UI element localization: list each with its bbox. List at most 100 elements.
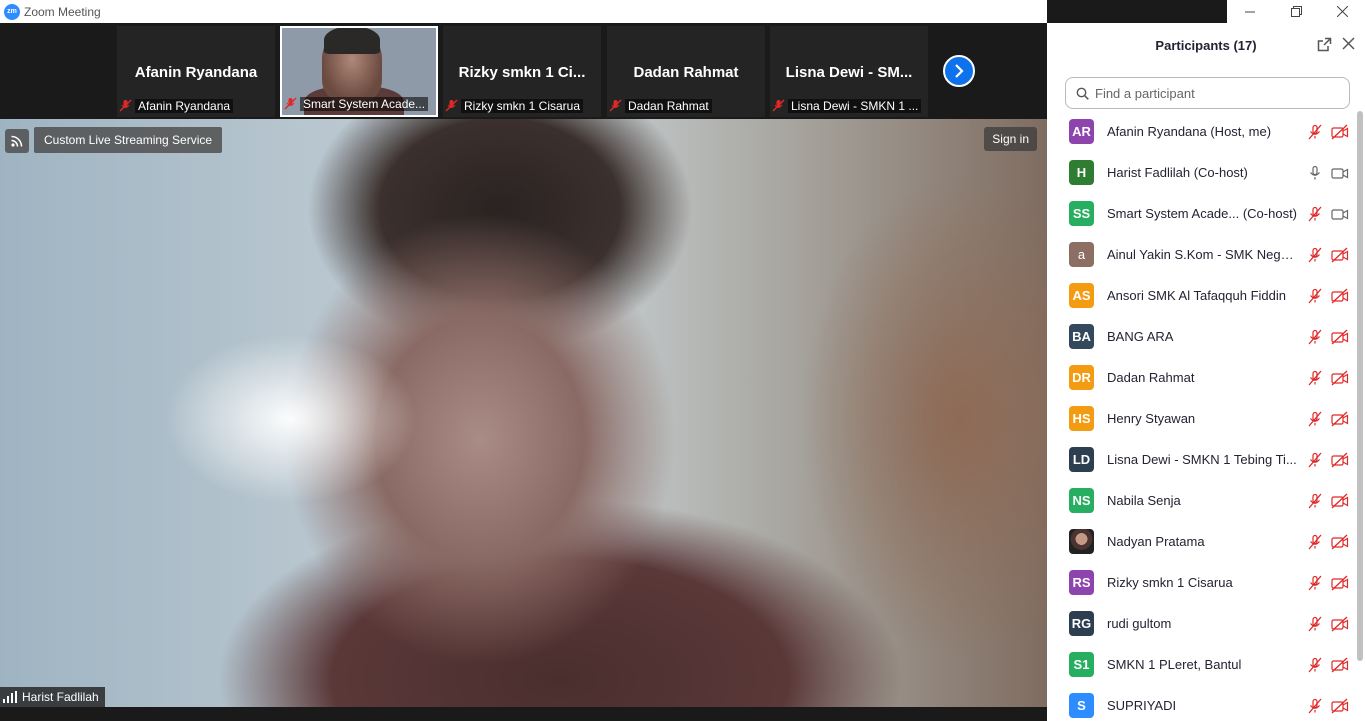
avatar: SS	[1069, 201, 1094, 226]
pop-out-icon[interactable]	[1317, 37, 1332, 52]
video-off-icon[interactable]	[1331, 616, 1349, 632]
avatar: DR	[1069, 365, 1094, 390]
thumbnail-name: Dadan Rahmat	[633, 64, 739, 81]
mic-muted-icon[interactable]	[1307, 575, 1323, 591]
participant-name: Ansori SMK Al Tafaqquh Fiddin	[1107, 288, 1286, 303]
video-on-icon[interactable]	[1331, 206, 1349, 222]
mic-muted-icon[interactable]	[1307, 657, 1323, 673]
participant-row[interactable]: AR Afanin Ryandana (Host, me)	[1047, 111, 1355, 152]
active-speaker-name: Harist Fadlilah	[22, 690, 99, 704]
participant-name: Dadan Rahmat	[1107, 370, 1195, 385]
participant-status-icons	[1307, 575, 1349, 591]
avatar: H	[1069, 160, 1094, 185]
thumbnail-tile[interactable]: Lisna Dewi - SM... Lisna Dewi - SMKN 1 .…	[770, 26, 928, 117]
mic-muted-icon[interactable]	[1307, 616, 1323, 632]
participant-row[interactable]: LD Lisna Dewi - SMKN 1 Tebing Ti...	[1047, 439, 1355, 480]
participant-row[interactable]: H Harist Fadlilah (Co-host)	[1047, 152, 1355, 193]
participant-status-icons	[1307, 411, 1349, 427]
avatar: a	[1069, 242, 1094, 267]
avatar: RS	[1069, 570, 1094, 595]
participant-list: AR Afanin Ryandana (Host, me) H Harist Fadl…	[1047, 111, 1355, 721]
avatar: AR	[1069, 119, 1094, 144]
participant-status-icons	[1307, 247, 1349, 263]
participant-name: SUPRIYADI	[1107, 698, 1177, 713]
mic-muted-icon[interactable]	[1307, 329, 1323, 345]
participant-name: SMKN 1 PLeret, Bantul	[1107, 657, 1242, 672]
close-window-button[interactable]	[1319, 0, 1365, 23]
mic-muted-icon[interactable]	[1307, 370, 1323, 386]
chevron-right-icon	[955, 64, 964, 78]
participant-name: Smart System Acade... (Co-host)	[1107, 206, 1297, 221]
video-off-icon[interactable]	[1331, 288, 1349, 304]
video-off-icon[interactable]	[1331, 575, 1349, 591]
mic-muted-icon[interactable]	[1307, 698, 1323, 714]
thumbnail-name: Lisna Dewi - SM...	[785, 64, 913, 81]
mic-muted-icon	[119, 99, 132, 112]
participant-row[interactable]: a Ainul Yakin S.Kom - SMK Nege...	[1047, 234, 1355, 275]
participant-row[interactable]: S1 SMKN 1 PLeret, Bantul	[1047, 644, 1355, 685]
participant-row[interactable]: RS Rizky smkn 1 Cisarua	[1047, 562, 1355, 603]
participant-row[interactable]: NS Nabila Senja	[1047, 480, 1355, 521]
sign-in-button[interactable]: Sign in	[984, 127, 1037, 151]
participant-name: Henry Styawan	[1107, 411, 1196, 426]
close-panel-icon[interactable]	[1342, 37, 1355, 50]
participant-row[interactable]: S SUPRIYADI	[1047, 685, 1355, 721]
avatar: S	[1069, 693, 1094, 718]
avatar	[1069, 529, 1094, 554]
participant-list-scrollbar[interactable]	[1357, 111, 1363, 661]
video-off-icon[interactable]	[1331, 247, 1349, 263]
signal-bars-icon	[3, 691, 17, 703]
participant-name: Harist Fadlilah (Co-host)	[1107, 165, 1248, 180]
mic-muted-icon[interactable]	[1307, 288, 1323, 304]
participant-row[interactable]: BA BANG ARA	[1047, 316, 1355, 357]
mic-muted-icon	[772, 99, 785, 112]
mic-on-icon[interactable]	[1307, 165, 1323, 181]
participant-row[interactable]: AS Ansori SMK Al Tafaqquh Fiddin	[1047, 275, 1355, 316]
mic-muted-icon	[609, 99, 622, 112]
video-off-icon[interactable]	[1331, 698, 1349, 714]
mic-muted-icon[interactable]	[1307, 452, 1323, 468]
bottom-bar	[0, 707, 1047, 721]
thumbnail-tile[interactable]: Dadan Rahmat Dadan Rahmat	[607, 26, 765, 117]
live-streaming-label[interactable]: Custom Live Streaming Service	[34, 127, 223, 153]
video-off-icon[interactable]	[1331, 329, 1349, 345]
video-off-icon[interactable]	[1331, 370, 1349, 386]
thumbnail-tile[interactable]: Afanin Ryandana Afanin Ryandana	[117, 26, 275, 117]
video-off-icon[interactable]	[1331, 493, 1349, 509]
participant-row[interactable]: SS Smart System Acade... (Co-host)	[1047, 193, 1355, 234]
video-off-icon[interactable]	[1331, 411, 1349, 427]
participant-name: Rizky smkn 1 Cisarua	[1107, 575, 1233, 590]
participant-row[interactable]: Nadyan Pratama	[1047, 521, 1355, 562]
mic-muted-icon[interactable]	[1307, 124, 1323, 140]
live-stream-icon[interactable]	[5, 129, 29, 153]
restore-button[interactable]	[1273, 0, 1319, 23]
mic-muted-icon[interactable]	[1307, 206, 1323, 222]
participant-row[interactable]: HS Henry Styawan	[1047, 398, 1355, 439]
participant-name: Nabila Senja	[1107, 493, 1181, 508]
participant-status-icons	[1307, 698, 1349, 714]
video-off-icon[interactable]	[1331, 657, 1349, 673]
mic-muted-icon[interactable]	[1307, 534, 1323, 550]
participant-row[interactable]: DR Dadan Rahmat	[1047, 357, 1355, 398]
thumbnail-tile-video[interactable]: Smart System Acade...	[280, 26, 438, 117]
search-input[interactable]	[1095, 85, 1335, 101]
avatar: NS	[1069, 488, 1094, 513]
next-page-button[interactable]	[943, 55, 975, 87]
mic-muted-icon[interactable]	[1307, 411, 1323, 427]
participant-name: Nadyan Pratama	[1107, 534, 1205, 549]
window-controls	[1227, 0, 1365, 23]
video-off-icon[interactable]	[1331, 124, 1349, 140]
avatar: AS	[1069, 283, 1094, 308]
video-off-icon[interactable]	[1331, 534, 1349, 550]
participant-status-icons	[1307, 124, 1349, 140]
video-on-icon[interactable]	[1331, 165, 1349, 181]
participant-name: Afanin Ryandana (Host, me)	[1107, 124, 1272, 139]
mic-muted-icon[interactable]	[1307, 493, 1323, 509]
thumbnail-label: Rizky smkn 1 Cisarua	[461, 98, 584, 113]
video-off-icon[interactable]	[1331, 452, 1349, 468]
participant-search[interactable]	[1065, 77, 1350, 109]
minimize-button[interactable]	[1227, 0, 1273, 23]
mic-muted-icon[interactable]	[1307, 247, 1323, 263]
thumbnail-tile[interactable]: Rizky smkn 1 Ci... Rizky smkn 1 Cisarua	[443, 26, 601, 117]
participant-row[interactable]: RG rudi gultom	[1047, 603, 1355, 644]
